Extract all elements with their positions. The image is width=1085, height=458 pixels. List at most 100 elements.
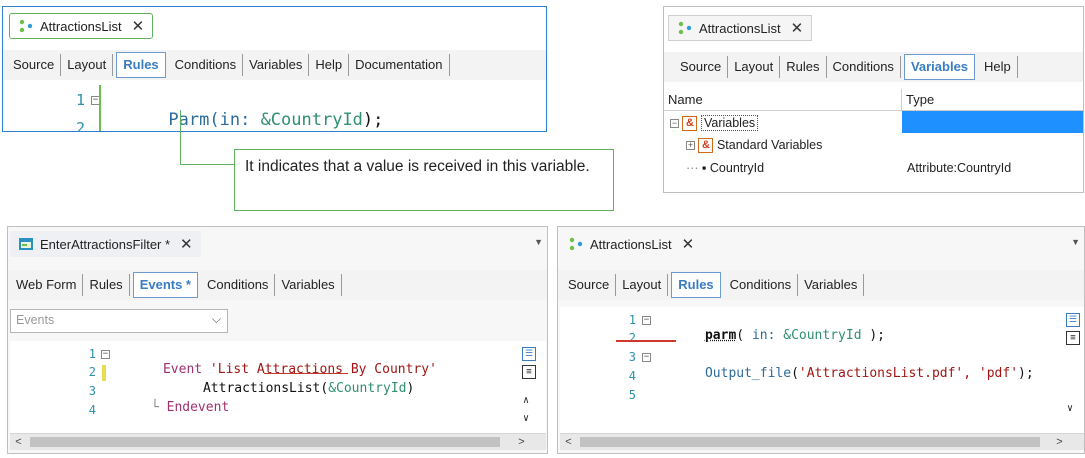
- scroll-left-icon[interactable]: <: [560, 434, 577, 450]
- subtab-rules[interactable]: Rules: [671, 272, 721, 298]
- line-number: 2: [628, 331, 636, 345]
- tree-row-variables[interactable]: − & Variables: [670, 113, 759, 133]
- callout-connector: [180, 110, 181, 165]
- rules-code-editor[interactable]: 1 − parm( in: &CountryId ); 2 3 − Output…: [560, 307, 1084, 433]
- callout-note: It indicates that a value is received in…: [234, 149, 614, 211]
- doc-tab-label: AttractionsList: [590, 236, 672, 252]
- column-type[interactable]: Type: [902, 89, 1083, 110]
- expand-icon[interactable]: +: [686, 141, 695, 151]
- subtab-variables[interactable]: Variables: [798, 274, 865, 296]
- outline-icon[interactable]: ≡: [522, 365, 536, 379]
- collapse-icon[interactable]: −: [670, 119, 679, 129]
- subtab-rules[interactable]: Rules: [780, 56, 827, 78]
- subtab-layout[interactable]: Layout: [61, 54, 114, 76]
- subtab-help[interactable]: Help: [309, 54, 350, 76]
- callout-text: It indicates that a value is received in…: [245, 158, 590, 175]
- subtab-source[interactable]: Source: [674, 56, 729, 78]
- line-number: 1: [88, 347, 96, 361]
- close-icon[interactable]: ✕: [682, 235, 695, 253]
- doc-tab-attractionslist[interactable]: AttractionsList ✕: [668, 15, 813, 41]
- code-line: Event 'List Attractions By Country': [162, 362, 437, 377]
- tree-row-standard-variables[interactable]: + & Standard Variables: [686, 135, 822, 155]
- bottom-right-rules-editor: AttractionsList ✕ ▼ Source Layout Rules …: [557, 226, 1085, 454]
- doc-tab-label: EnterAttractionsFilter *: [40, 236, 171, 252]
- tree-row-countryid[interactable]: ··· ▪ CountryId: [686, 158, 764, 178]
- subtab-events[interactable]: Events *: [132, 272, 198, 298]
- scroll-up-icon[interactable]: ∧: [523, 395, 529, 406]
- line-number: 3: [628, 350, 636, 364]
- close-icon[interactable]: ✕: [791, 19, 804, 37]
- code-line: parm( in: &CountryId );: [704, 328, 885, 343]
- scroll-left-icon[interactable]: <: [10, 434, 27, 450]
- line-number: 4: [628, 369, 636, 383]
- split-view-icon[interactable]: ☰: [1066, 313, 1080, 327]
- vertical-scrollbar[interactable]: ☰ ≡ ∧ ∨: [520, 341, 537, 433]
- top-left-editor: AttractionsList ✕ Source Layout Rules Co…: [2, 6, 547, 132]
- subtab-variables[interactable]: Variables: [243, 54, 310, 76]
- subtab-source[interactable]: Source: [7, 54, 62, 76]
- variables-icon: &: [698, 138, 714, 154]
- line-number: 3: [88, 384, 96, 398]
- line-number: 2: [88, 365, 96, 379]
- callout-connector: [180, 164, 234, 165]
- close-icon[interactable]: ✕: [180, 235, 193, 253]
- fold-toggle[interactable]: −: [642, 353, 651, 362]
- outline-icon[interactable]: ≡: [1066, 331, 1080, 345]
- subtab-help[interactable]: Help: [978, 56, 1018, 78]
- gx-object-icon: [18, 18, 34, 34]
- subtab-conditions[interactable]: Conditions: [827, 56, 901, 78]
- line-number: 1: [75, 91, 85, 109]
- fold-toggle[interactable]: −: [101, 350, 110, 359]
- doc-tab-enterattractionsfilter[interactable]: EnterAttractionsFilter * ✕: [10, 231, 201, 257]
- rules-code-editor[interactable]: 1 − Parm(in: &CountryId); 2: [3, 85, 546, 132]
- countryid-type: Attribute:CountryId: [907, 161, 1012, 175]
- scroll-right-icon[interactable]: >: [513, 434, 530, 450]
- doc-tab-attractionslist[interactable]: AttractionsList ✕: [9, 13, 154, 39]
- subtab-rules[interactable]: Rules: [116, 52, 166, 78]
- tab-dropdown-icon[interactable]: ▼: [534, 237, 543, 247]
- subtab-conditions[interactable]: Conditions: [201, 274, 276, 296]
- subtab-layout[interactable]: Layout: [728, 56, 781, 78]
- subtab-conditions[interactable]: Conditions: [724, 274, 799, 296]
- webpanel-icon: [18, 236, 34, 252]
- scroll-down-icon[interactable]: ∨: [523, 413, 529, 424]
- subtab-documentation[interactable]: Documentation: [349, 54, 450, 76]
- code-line: Parm(in: &CountryId);: [168, 110, 384, 130]
- code-line: └ Endevent: [150, 400, 230, 415]
- column-name[interactable]: Name: [664, 89, 902, 110]
- tab-dropdown-icon[interactable]: ▼: [1071, 237, 1080, 247]
- selected-type-cell[interactable]: [902, 111, 1083, 133]
- chevron-down-icon: ⌵: [211, 312, 221, 326]
- variables-icon: &: [682, 116, 698, 132]
- scroll-down-icon[interactable]: ∨: [1067, 403, 1073, 414]
- subtab-bar: Web Form Rules Events * Conditions Varia…: [8, 270, 547, 300]
- code-line: Output_file('AttractionsList.pdf', 'pdf'…: [704, 366, 1034, 381]
- horizontal-scrollbar[interactable]: < >: [560, 433, 1084, 450]
- subtab-layout[interactable]: Layout: [616, 274, 669, 296]
- gx-object-icon: [568, 236, 584, 252]
- subtab-variables[interactable]: Variables: [903, 54, 976, 80]
- subtab-bar: Source Layout Rules Conditions Variables…: [664, 52, 1083, 82]
- line-number: 1: [628, 313, 636, 327]
- vertical-scrollbar[interactable]: ☰ ≡ ∨: [1064, 307, 1081, 433]
- doc-tab-label: AttractionsList: [40, 18, 122, 34]
- close-icon[interactable]: ✕: [132, 17, 145, 35]
- scroll-right-icon[interactable]: >: [1051, 434, 1068, 450]
- subtab-bar: Source Layout Rules Conditions Variables…: [3, 50, 546, 80]
- subtab-conditions[interactable]: Conditions: [169, 54, 244, 76]
- gx-object-icon: [677, 20, 693, 36]
- events-dropdown[interactable]: Events ⌵: [10, 309, 228, 333]
- bottom-left-events-editor: EnterAttractionsFilter * ✕ ▼ Web Form Ru…: [7, 226, 548, 454]
- variables-grid-header: Name Type: [664, 89, 1083, 111]
- subtab-web-form[interactable]: Web Form: [10, 274, 84, 296]
- split-view-icon[interactable]: ☰: [522, 347, 536, 361]
- top-right-variables-panel: AttractionsList ✕ Source Layout Rules Co…: [663, 6, 1084, 193]
- subtab-source[interactable]: Source: [562, 274, 617, 296]
- doc-tab-attractionslist[interactable]: AttractionsList ✕: [560, 231, 703, 257]
- horizontal-scrollbar[interactable]: < >: [10, 433, 546, 450]
- events-code-editor[interactable]: 1 − Event 'List Attractions By Country' …: [10, 341, 546, 433]
- subtab-rules[interactable]: Rules: [83, 274, 130, 296]
- line-number: 2: [75, 119, 85, 132]
- subtab-variables[interactable]: Variables: [275, 274, 342, 296]
- fold-toggle[interactable]: −: [642, 316, 651, 325]
